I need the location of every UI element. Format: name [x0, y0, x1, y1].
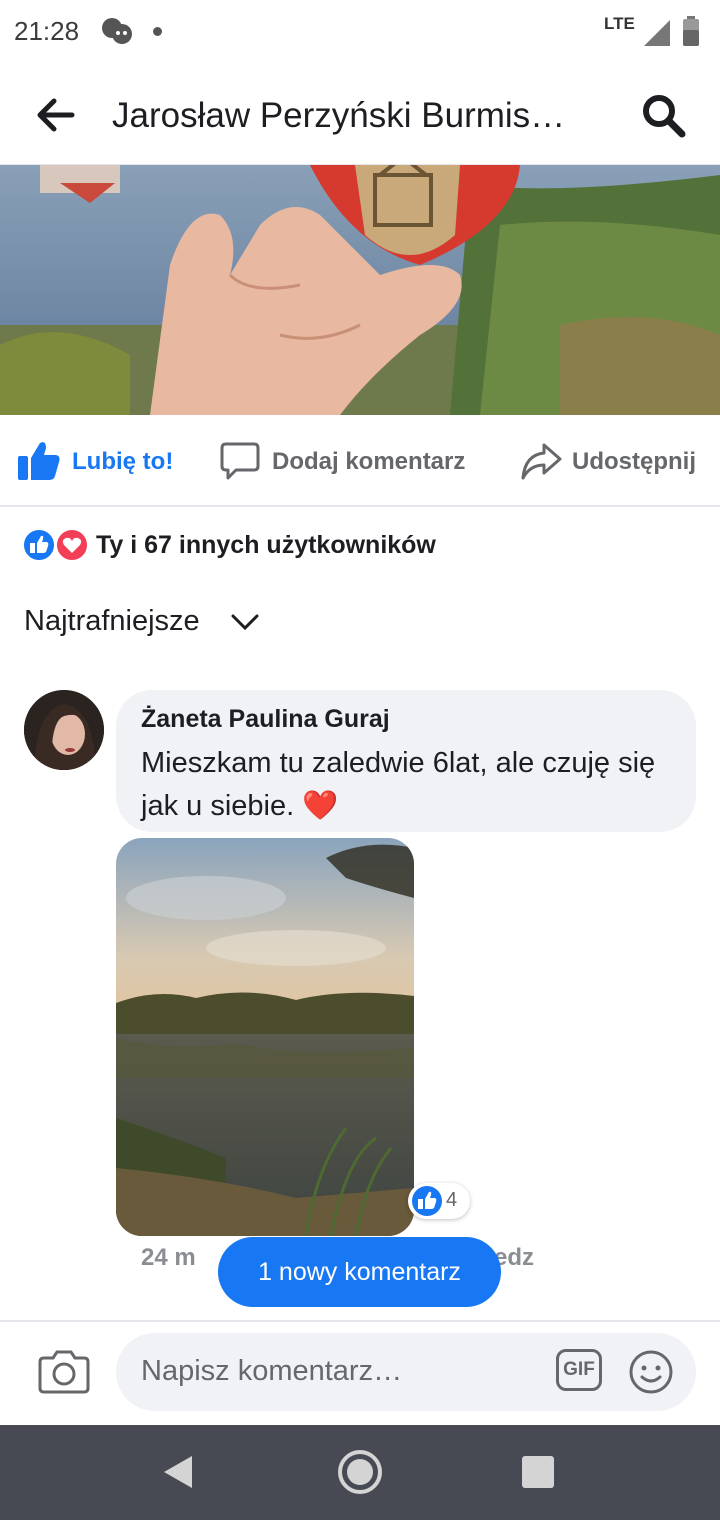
gif-icon[interactable]: GIF: [556, 1349, 602, 1391]
like-reaction-icon: [412, 1186, 442, 1216]
comment-reaction-count: 4: [446, 1189, 458, 1211]
new-comment-button[interactable]: 1 nowy komentarz: [218, 1237, 501, 1307]
chevron-down-icon[interactable]: [230, 612, 260, 632]
like-thumb-icon: [18, 442, 60, 480]
status-time: 21:28: [14, 16, 80, 46]
share-icon: [521, 443, 562, 480]
comment-input-placeholder: Napisz komentarz…: [141, 1355, 403, 1387]
nav-back-icon[interactable]: [160, 1452, 196, 1492]
network-type: LTE: [604, 14, 635, 33]
nav-recents-icon[interactable]: [522, 1456, 554, 1488]
reactions-summary[interactable]: Ty i 67 innych użytkowników: [96, 531, 436, 560]
heart-emoji: ❤️: [302, 790, 339, 822]
post-photo[interactable]: [0, 165, 720, 415]
share-button[interactable]: Udostępnij: [572, 448, 696, 476]
comment-reactions[interactable]: 4: [408, 1183, 470, 1219]
comment-button[interactable]: Dodaj komentarz: [272, 448, 465, 476]
comment-photo[interactable]: [116, 838, 414, 1236]
like-button[interactable]: Lubię to!: [72, 448, 173, 476]
comment-text-block: Mieszkam tu zaledwie 6lat, ale czuję się…: [141, 742, 681, 828]
love-reaction-icon: [55, 528, 89, 562]
battery-icon: [683, 16, 699, 46]
signal-icon: [644, 20, 670, 46]
messenger-bubble-icon: [102, 18, 132, 44]
like-reaction-icon: [22, 528, 56, 562]
comment-sort-label[interactable]: Najtrafniejsze: [24, 605, 200, 638]
comment-text: Mieszkam tu zaledwie 6lat, ale czuję się…: [141, 747, 656, 822]
camera-icon[interactable]: [38, 1348, 90, 1394]
search-icon[interactable]: [640, 92, 688, 140]
notification-dot-icon: [153, 27, 162, 36]
avatar[interactable]: [24, 690, 104, 770]
nav-home-icon[interactable]: [336, 1448, 384, 1496]
back-arrow-icon[interactable]: [36, 95, 76, 135]
comment-author[interactable]: Żaneta Paulina Guraj: [141, 705, 390, 734]
comment-icon: [220, 442, 260, 480]
page-title: Jarosław Perzyński Burmis…: [112, 96, 566, 135]
comment-time: 24 m: [141, 1244, 196, 1271]
emoji-icon[interactable]: [628, 1349, 674, 1395]
